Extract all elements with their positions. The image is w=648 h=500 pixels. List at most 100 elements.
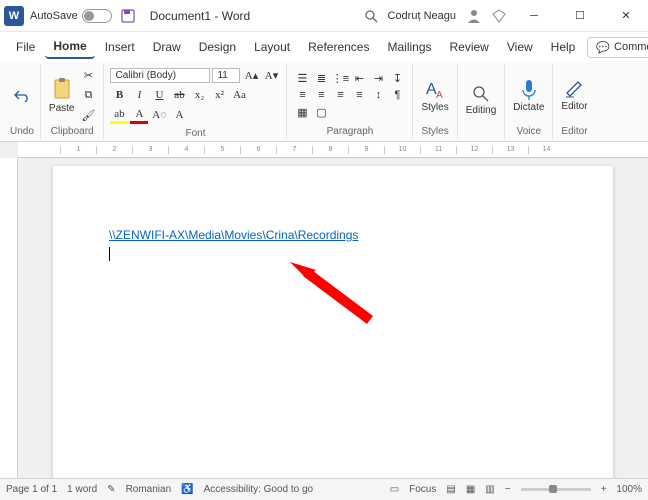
decrease-font-icon[interactable]: A▾ — [262, 66, 280, 84]
highlight-button[interactable]: ab — [110, 106, 128, 124]
group-voice: Dictate Voice — [505, 64, 553, 139]
accessibility-icon: ♿ — [181, 484, 193, 495]
superscript-button[interactable]: x² — [210, 86, 228, 104]
group-paragraph: ☰ ≣ ⋮≡ ⇤ ⇥ ↧ ≡ ≡ ≡ ≡ ↕ ¶ ▦ ▢ Paragraph — [287, 64, 413, 139]
group-editing: Editing — [458, 64, 506, 139]
numbering-button[interactable]: ≣ — [312, 70, 330, 86]
accessibility-status[interactable]: Accessibility: Good to go — [204, 484, 314, 495]
ribbon: Undo Paste ✂ ⧉ 🖌 Clipboard Calibri (Body… — [0, 62, 648, 142]
text-cursor — [109, 247, 110, 261]
group-editor: Editor Editor — [553, 64, 595, 139]
align-right-button[interactable]: ≡ — [331, 87, 349, 103]
read-mode-icon[interactable]: ▤ — [446, 484, 455, 495]
increase-font-icon[interactable]: A▴ — [242, 66, 260, 84]
svg-text:A: A — [436, 90, 443, 100]
text-effects-button[interactable]: A — [170, 106, 188, 124]
copy-icon[interactable]: ⧉ — [79, 86, 97, 104]
font-name-select[interactable]: Calibri (Body) — [110, 68, 210, 83]
web-layout-icon[interactable]: ▥ — [485, 484, 494, 495]
autosave-toggle[interactable] — [82, 9, 112, 23]
voice-label: Voice — [517, 124, 541, 137]
tab-mailings[interactable]: Mailings — [379, 36, 439, 58]
borders-button[interactable]: ▢ — [312, 104, 330, 120]
maximize-button[interactable]: ☐ — [562, 2, 598, 30]
word-count[interactable]: 1 word — [67, 484, 97, 495]
decrease-indent-button[interactable]: ⇤ — [350, 70, 368, 86]
editor-button[interactable]: Editor — [559, 77, 589, 114]
tab-references[interactable]: References — [300, 36, 377, 58]
tab-home[interactable]: Home — [45, 35, 94, 59]
search-icon[interactable] — [364, 9, 378, 23]
shading-button[interactable]: ▦ — [293, 104, 311, 120]
paste-label: Paste — [49, 103, 75, 114]
show-marks-button[interactable]: ¶ — [388, 87, 406, 103]
page-status[interactable]: Page 1 of 1 — [6, 484, 57, 495]
undo-button[interactable] — [11, 86, 33, 104]
document-canvas[interactable]: \\ZENWIFI-AX\Media\Movies\Crina\Recordin… — [18, 158, 648, 492]
line-spacing-button[interactable]: ↕ — [369, 87, 387, 103]
styles-label: Styles — [421, 102, 448, 113]
cut-icon[interactable]: ✂ — [79, 66, 97, 84]
user-name[interactable]: Codruț Neagu — [388, 10, 457, 22]
hyperlink-text[interactable]: \\ZENWIFI-AX\Media\Movies\Crina\Recordin… — [109, 228, 358, 242]
focus-icon[interactable]: ▭ — [390, 484, 399, 495]
focus-mode[interactable]: Focus — [409, 484, 436, 495]
tab-view[interactable]: View — [499, 36, 541, 58]
change-case-button[interactable]: Aa — [230, 86, 248, 104]
tab-layout[interactable]: Layout — [246, 36, 298, 58]
comments-button[interactable]: 💬 Comments ⌄ — [587, 37, 648, 58]
page[interactable]: \\ZENWIFI-AX\Media\Movies\Crina\Recordin… — [53, 166, 613, 492]
increase-indent-button[interactable]: ⇥ — [369, 70, 387, 86]
bold-button[interactable]: B — [110, 86, 128, 104]
tab-insert[interactable]: Insert — [97, 36, 143, 58]
align-center-button[interactable]: ≡ — [312, 87, 330, 103]
dictate-label: Dictate — [513, 102, 544, 113]
user-avatar-icon[interactable] — [466, 8, 482, 24]
clear-format-button[interactable]: A◌ — [150, 106, 168, 124]
zoom-out-button[interactable]: − — [505, 484, 511, 495]
bullets-button[interactable]: ☰ — [293, 70, 311, 86]
editing-label: Editing — [466, 105, 497, 116]
zoom-level[interactable]: 100% — [616, 484, 642, 495]
tab-draw[interactable]: Draw — [145, 36, 189, 58]
strike-button[interactable]: ab — [170, 86, 188, 104]
diamond-icon[interactable] — [492, 9, 506, 23]
editor-label: Editor — [561, 101, 587, 112]
align-left-button[interactable]: ≡ — [293, 87, 311, 103]
tab-file[interactable]: File — [8, 36, 43, 58]
language-status[interactable]: Romanian — [126, 484, 172, 495]
print-layout-icon[interactable]: ▦ — [466, 484, 475, 495]
multilevel-button[interactable]: ⋮≡ — [331, 70, 349, 86]
comments-label: Comments — [614, 41, 648, 53]
italic-button[interactable]: I — [130, 86, 148, 104]
styles-button[interactable]: AA Styles — [419, 76, 450, 115]
vertical-ruler[interactable] — [0, 158, 18, 492]
font-size-select[interactable]: 11 — [212, 68, 240, 83]
dictate-button[interactable]: Dictate — [511, 76, 546, 115]
zoom-in-button[interactable]: + — [601, 484, 607, 495]
minimize-button[interactable]: ─ — [516, 2, 552, 30]
comment-icon: 💬 — [596, 41, 610, 54]
zoom-slider[interactable] — [521, 488, 591, 491]
autosave-label: AutoSave — [30, 10, 78, 22]
editing-button[interactable]: Editing — [464, 83, 499, 118]
font-color-button[interactable]: A — [130, 106, 148, 124]
save-icon[interactable] — [120, 8, 136, 24]
underline-button[interactable]: U — [150, 86, 168, 104]
subscript-button[interactable]: x₂ — [190, 86, 208, 104]
spellcheck-icon[interactable]: ✎ — [107, 484, 115, 495]
justify-button[interactable]: ≡ — [350, 87, 368, 103]
close-button[interactable]: ✕ — [608, 2, 644, 30]
tab-help[interactable]: Help — [543, 36, 584, 58]
paste-button[interactable]: Paste — [47, 75, 77, 116]
horizontal-ruler[interactable]: 1234567891011121314 — [18, 142, 648, 158]
clipboard-label: Clipboard — [51, 124, 94, 137]
menu-bar: File Home Insert Draw Design Layout Refe… — [0, 32, 648, 62]
tab-design[interactable]: Design — [191, 36, 244, 58]
editor-group-label: Editor — [561, 124, 587, 137]
group-undo: Undo — [4, 64, 41, 139]
sort-button[interactable]: ↧ — [388, 70, 406, 86]
tab-review[interactable]: Review — [442, 36, 497, 58]
format-painter-icon[interactable]: 🖌 — [79, 106, 97, 124]
document-title: Document1 - Word — [150, 9, 250, 23]
